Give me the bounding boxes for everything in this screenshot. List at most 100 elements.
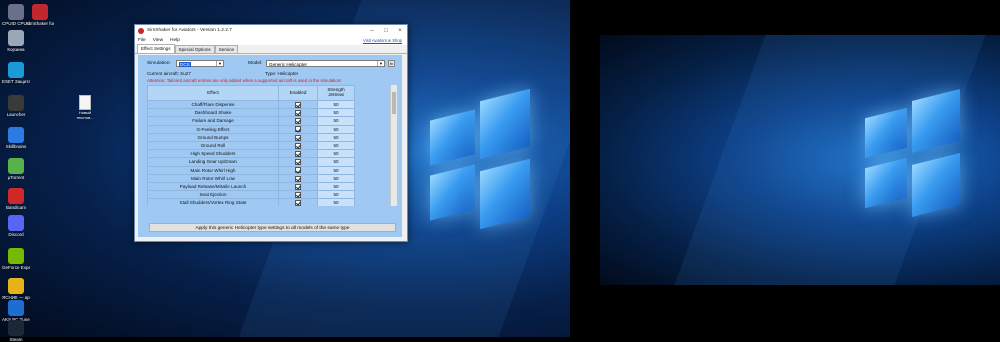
desktop-icon[interactable]: Launcher <box>2 95 30 117</box>
enabled-checkbox[interactable] <box>295 134 301 141</box>
table-row[interactable]: High Speed Shudders 50 <box>147 149 355 159</box>
enabled-cell <box>278 116 318 126</box>
aircraft-type-text: Type: Helicopter <box>265 71 299 76</box>
enabled-cell <box>278 190 318 200</box>
desktop-icon-label: Skillbrains <box>5 144 27 149</box>
maximize-button[interactable]: □ <box>379 28 393 34</box>
desktop-icon[interactable]: Bandicam <box>2 188 30 210</box>
model-fx-button[interactable]: fx <box>388 60 395 67</box>
enabled-checkbox[interactable] <box>295 191 301 198</box>
tab-effect-settings[interactable]: Effect Settings <box>137 44 175 53</box>
column-header-effect[interactable]: Effect <box>147 85 279 101</box>
strength-cell[interactable]: 50 <box>317 140 355 151</box>
column-header-enabled[interactable]: Enabled <box>278 85 318 101</box>
effect-name: Stall Shudders/Vortex Ring State <box>147 198 279 206</box>
minimize-button[interactable]: – <box>365 28 379 34</box>
title-bar: SimShaker for Aviators - Version 1.2.2.7… <box>135 25 407 36</box>
desktop-icon[interactable]: ESET Защита банковских... <box>2 62 30 84</box>
enabled-cell <box>278 140 318 151</box>
enabled-checkbox[interactable] <box>295 101 301 108</box>
model-value: Generic Helicopter <box>269 62 308 67</box>
tuneup-icon <box>8 300 24 316</box>
enabled-checkbox[interactable] <box>295 167 301 174</box>
column-header-strength[interactable]: Strength JetSeat <box>317 85 355 101</box>
table-row[interactable]: Ground Bumps 50 <box>147 132 355 142</box>
visit-shop-link[interactable]: Visit Aviators.w Shop <box>363 38 402 43</box>
desktop-icon-label: ESET Защита банковских... <box>2 79 30 84</box>
simulation-select[interactable]: DCS ▼ <box>176 60 224 67</box>
table-row[interactable]: Dashboard Shake 50 <box>147 108 355 118</box>
windows-logo <box>430 88 530 245</box>
enabled-checkbox[interactable] <box>295 126 301 133</box>
desktop-icon[interactable]: ЯСНИК — архив <box>2 278 30 300</box>
desktop-icon[interactable]: Skillbrains <box>2 127 30 149</box>
table-row[interactable]: Landing Gear Up/Down 50 <box>147 157 355 167</box>
table-row[interactable]: Seat Ejection 50 <box>147 190 355 200</box>
strength-cell[interactable]: 50 <box>317 116 355 126</box>
scrollbar-thumb[interactable] <box>392 92 396 114</box>
strength-cell[interactable]: 50 <box>317 173 355 183</box>
desktop-file[interactable]: Новый текстов... <box>75 95 95 120</box>
window-title: SimShaker for Aviators - Version 1.2.2.7 <box>147 28 232 33</box>
effect-name: Main Rotor Whirl Low <box>147 173 279 183</box>
effect-name: Payload Release/Missile Launch <box>147 181 279 192</box>
strength-cell[interactable]: 50 <box>317 157 355 167</box>
enabled-checkbox[interactable] <box>295 200 301 206</box>
strength-cell[interactable]: 50 <box>317 149 355 159</box>
model-select[interactable]: Generic Helicopter ▼ <box>266 60 385 67</box>
desktop-icon-label: SimShaker for Aviators <box>26 21 54 26</box>
apply-type-settings-button[interactable]: Apply this generic Helicopter type setti… <box>149 223 396 232</box>
desktop-icon[interactable]: SimShaker for Aviators <box>26 4 54 26</box>
table-row[interactable]: Main Rotor Whirl High 50 <box>147 165 355 175</box>
grid-scrollbar[interactable] <box>390 85 397 206</box>
tab-service[interactable]: Service <box>214 45 239 53</box>
strength-cell[interactable]: 50 <box>317 165 355 175</box>
table-row[interactable]: Failure and Damage 50 <box>147 116 355 126</box>
enabled-checkbox[interactable] <box>295 118 301 125</box>
menu-view[interactable]: View <box>153 38 163 43</box>
desktop-icon[interactable]: Steam <box>2 320 30 342</box>
model-label: Model: <box>248 61 263 66</box>
menu-help[interactable]: Help <box>170 38 180 43</box>
enabled-checkbox[interactable] <box>295 159 301 166</box>
close-button[interactable]: × <box>393 28 407 34</box>
enabled-checkbox[interactable] <box>295 110 301 117</box>
desktop-icon[interactable]: µTorrent <box>2 158 30 180</box>
table-row[interactable]: Payload Release/Missile Launch 50 <box>147 181 355 192</box>
menu-file[interactable]: File <box>138 38 146 43</box>
table-row[interactable]: Main Rotor Whirl Low 50 <box>147 173 355 183</box>
strength-cell[interactable]: 50 <box>317 99 355 110</box>
menu-bar: File View Help Visit Aviators.w Shop <box>135 36 407 45</box>
effect-name: Chaff/Flare Dispense <box>147 99 279 110</box>
eset-icon <box>8 62 24 78</box>
effect-name: Ground Roll <box>147 140 279 151</box>
strength-cell[interactable]: 50 <box>317 198 355 206</box>
table-row[interactable]: Ground Roll 50 <box>147 140 355 151</box>
table-row[interactable]: Stall Shudders/Vortex Ring State 50 <box>147 198 355 206</box>
strength-cell[interactable]: 50 <box>317 190 355 200</box>
enabled-checkbox[interactable] <box>295 183 301 190</box>
effects-table: Effect Enabled Strength JetSeat Chaff/Fl… <box>147 85 355 206</box>
desktop-icon[interactable]: AKS PC TuneUp <box>2 300 30 322</box>
strength-cell[interactable]: 50 <box>317 132 355 142</box>
enabled-checkbox[interactable] <box>295 151 301 157</box>
bandicam-icon <box>8 188 24 204</box>
strength-cell[interactable]: 50 <box>317 181 355 192</box>
enabled-cell <box>278 108 318 118</box>
desktop-icon[interactable]: GeForce Experience <box>2 248 30 270</box>
simulation-value: DCS <box>179 62 191 67</box>
desktop-icon[interactable]: Корзина <box>2 30 30 52</box>
strength-cell[interactable]: 50 <box>317 108 355 118</box>
enabled-cell <box>278 149 318 159</box>
enabled-checkbox[interactable] <box>295 175 301 182</box>
attention-text: Attention: Tailored aircraft entries are… <box>147 78 342 83</box>
table-row[interactable]: G-Feeling Effect 50 <box>147 124 355 134</box>
enabled-cell <box>278 157 318 167</box>
enabled-checkbox[interactable] <box>295 142 301 149</box>
table-row[interactable]: Chaff/Flare Dispense 50 <box>147 99 355 110</box>
strength-cell[interactable]: 50 <box>317 124 355 134</box>
desktop-icon[interactable]: Discord <box>2 215 30 237</box>
chevron-down-icon: ▼ <box>216 61 223 66</box>
effect-name: Seat Ejection <box>147 190 279 200</box>
tab-special-options[interactable]: Special Options <box>174 45 215 53</box>
